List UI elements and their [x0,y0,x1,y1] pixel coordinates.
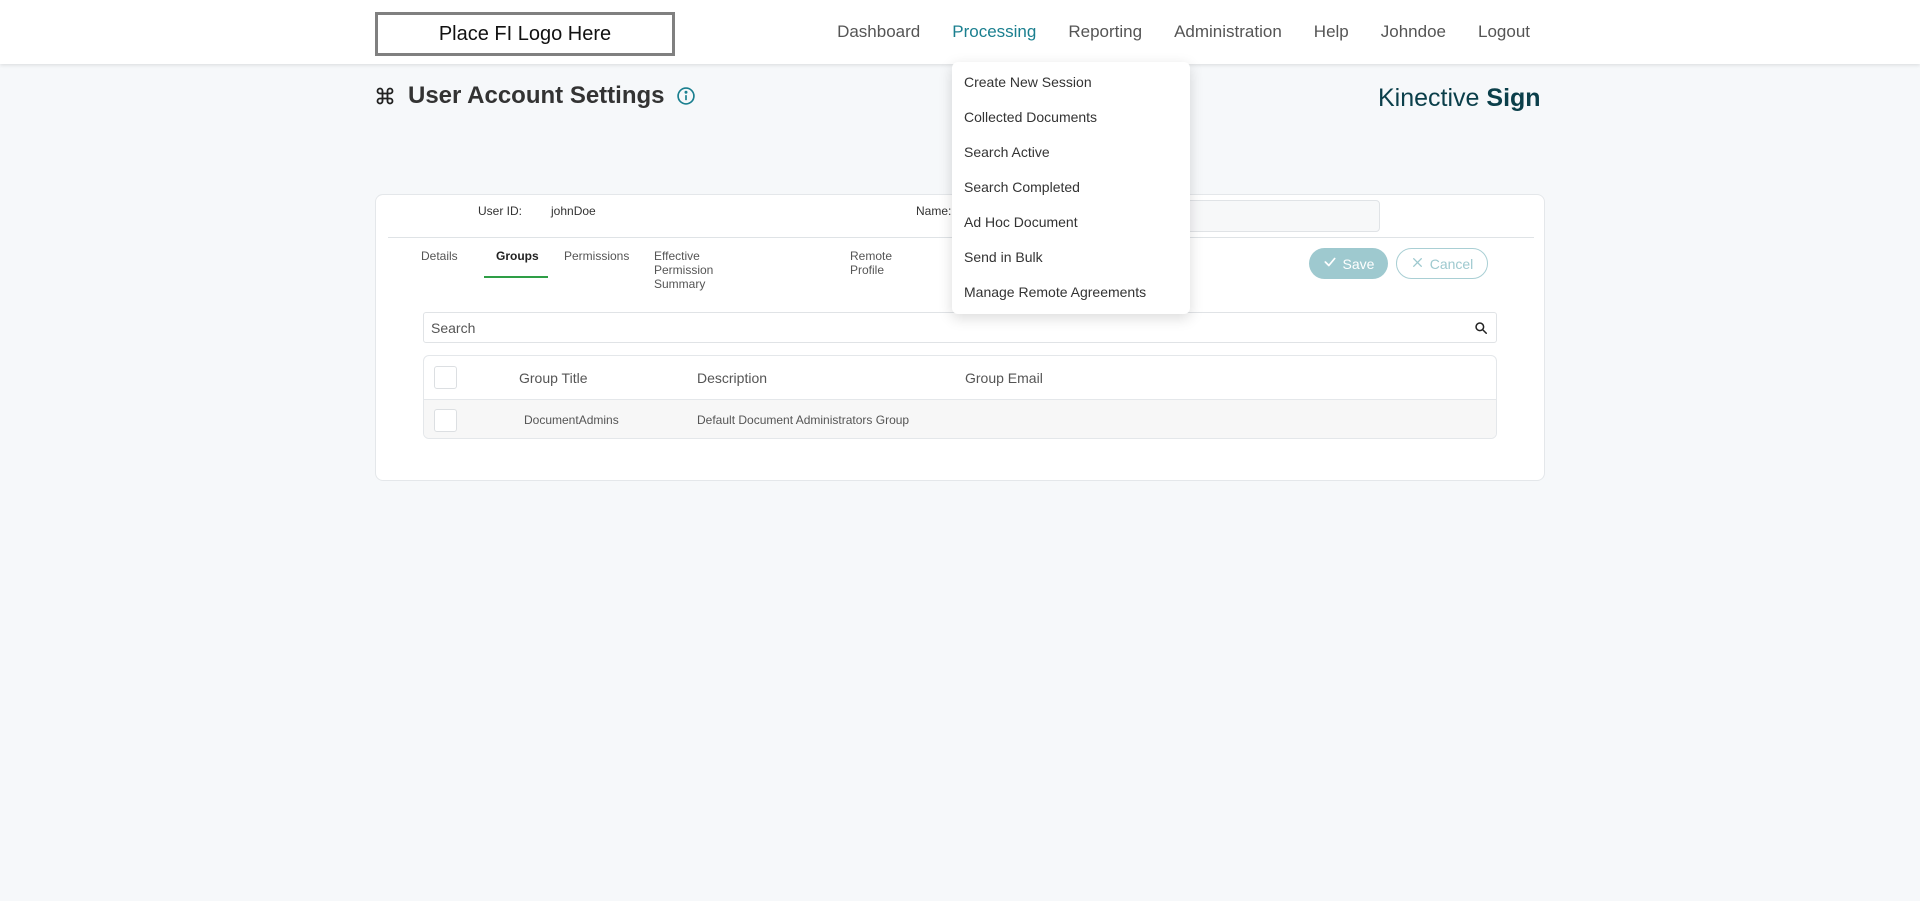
search-icon[interactable] [1474,321,1488,335]
nav-administration[interactable]: Administration [1174,22,1282,42]
user-id-label: User ID: [478,204,523,218]
info-icon[interactable] [675,85,697,107]
menu-item-collected-documents[interactable]: Collected Documents [964,109,1097,125]
main-nav: Dashboard Processing Reporting Administr… [837,0,1530,64]
search-input[interactable]: Search [423,312,1497,343]
table-header: Group Title Description Group Email [424,356,1496,400]
nav-user[interactable]: Johndoe [1381,22,1446,42]
cell-group-title: DocumentAdmins [524,413,619,427]
active-tab-indicator [484,276,548,278]
cell-description: Default Document Administrators Group [697,413,910,427]
brand-light: Kinective [1378,84,1480,112]
column-header-group-email[interactable]: Group Email [965,370,1043,386]
row-checkbox[interactable] [434,409,457,432]
name-label: Name: [916,204,952,218]
select-all-checkbox[interactable] [434,366,457,389]
nav-processing[interactable]: Processing [952,22,1036,42]
nav-logout[interactable]: Logout [1478,22,1530,42]
tab-effective-permission-summary[interactable]: Effective Permission Summary [654,249,713,303]
tab-details[interactable]: Details [421,249,458,275]
save-label: Save [1342,255,1375,272]
command-icon [374,85,396,107]
brand-bold: Sign [1486,84,1541,112]
user-id-value: johnDoe [551,204,596,218]
page-header: User Account Settings [374,82,697,110]
page-title: User Account Settings [408,82,665,109]
menu-item-send-in-bulk[interactable]: Send in Bulk [964,249,1043,265]
tab-groups[interactable]: Groups [496,249,539,275]
tab-permissions[interactable]: Permissions [564,249,629,275]
brand-logo: Kinective Sign [1378,84,1541,113]
tab-remote-profile[interactable]: Remote Profile [850,249,892,289]
table-row[interactable]: DocumentAdmins Default Document Administ… [424,400,1496,438]
search-placeholder: Search [431,320,476,336]
groups-table: Group Title Description Group Email Docu… [423,355,1497,439]
processing-dropdown-menu: Create New Session Collected Documents S… [952,62,1190,314]
menu-item-manage-remote-agreements[interactable]: Manage Remote Agreements [964,284,1146,300]
column-header-description[interactable]: Description [697,370,767,386]
logo-text: Place FI Logo Here [438,22,612,45]
menu-item-search-active[interactable]: Search Active [964,144,1050,160]
nav-dashboard[interactable]: Dashboard [837,22,920,42]
cancel-label: Cancel [1429,255,1474,272]
check-icon [1323,255,1337,272]
nav-reporting[interactable]: Reporting [1068,22,1142,42]
logo-placeholder[interactable]: Place FI Logo Here [375,12,675,56]
menu-item-create-new-session[interactable]: Create New Session [964,74,1092,90]
top-navbar: Place FI Logo Here Dashboard Processing … [0,0,1920,64]
column-header-group-title[interactable]: Group Title [519,370,587,386]
menu-item-ad-hoc-document[interactable]: Ad Hoc Document [964,214,1078,230]
save-button[interactable]: Save [1309,248,1388,279]
cancel-button[interactable]: Cancel [1396,248,1488,279]
menu-item-search-completed[interactable]: Search Completed [964,179,1080,195]
nav-help[interactable]: Help [1314,22,1349,42]
close-icon [1411,256,1424,272]
